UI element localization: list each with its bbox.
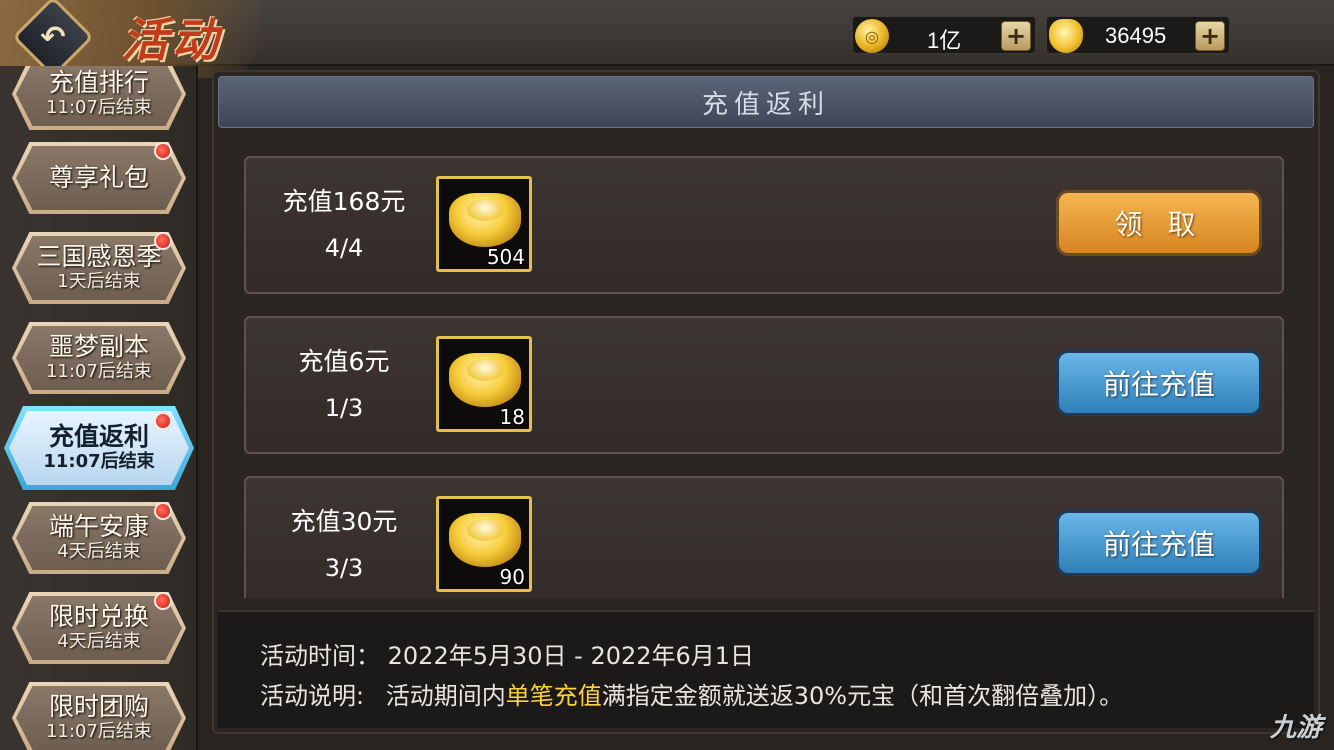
sidebar-item-countdown: 4天后结束 (57, 541, 141, 562)
sidebar-item-countdown: 11:07后结束 (46, 721, 152, 742)
claim-button[interactable]: 领 取 (1056, 190, 1262, 256)
notification-dot (154, 142, 172, 160)
sidebar-item-label: 尊享礼包 (48, 163, 149, 192)
rebate-panel: 充值返利 充值168元 4/4 504 领 取 充值6元 1/3 18 前往充值… (212, 70, 1320, 734)
reward-item-slot[interactable]: 18 (436, 336, 532, 432)
activity-info: 活动时间： 2022年5月30日 - 2022年6月1日 活动说明: 活动期间内… (218, 610, 1314, 728)
gold-ingot-icon (1049, 19, 1083, 53)
sidebar-item-group-buy[interactable]: 限时团购 11:07后结束 (12, 682, 186, 750)
sidebar-item-label: 三国感恩季 (36, 242, 162, 271)
activity-time-value: 2022年5月30日 - 2022年6月1日 (387, 642, 755, 670)
sidebar-item-label: 限时兑换 (48, 602, 149, 631)
reward-quantity: 504 (486, 245, 525, 269)
reward-quantity: 90 (499, 565, 525, 589)
reward-item-slot[interactable]: 504 (436, 176, 532, 272)
sidebar-item-countdown: 1天后结束 (57, 271, 141, 292)
activity-desc-label: 活动说明: (260, 682, 365, 710)
activity-desc-highlight: 单笔充值 (505, 682, 602, 710)
reward-quantity: 18 (499, 405, 525, 429)
sidebar-item-label: 限时团购 (48, 692, 149, 721)
sidebar-item-countdown: 11:07后结束 (46, 97, 152, 118)
panel-header: 充值返利 (218, 76, 1314, 128)
watermark-logo: 九游 (1269, 713, 1322, 743)
back-arrow-icon: ↶ (40, 19, 66, 55)
reward-row: 充值30元 3/3 90 前往充值 (244, 476, 1284, 598)
sidebar-item-countdown: 4天后结束 (57, 631, 141, 652)
gold-ingot-counter: 36495 + (1046, 16, 1230, 54)
sidebar-item-nightmare-dungeon[interactable]: 噩梦副本 11:07后结束 (12, 322, 186, 394)
gold-coin-icon: ◎ (855, 19, 889, 53)
reward-progress: 3/3 (324, 554, 364, 582)
reward-list[interactable]: 充值168元 4/4 504 领 取 充值6元 1/3 18 前往充值 充值30… (244, 156, 1284, 598)
gold-ingot-icon (449, 353, 521, 407)
activity-desc-suffix: 满指定金额就送返30%元宝（和首次翻倍叠加）。 (601, 682, 1124, 710)
sidebar-item-label: 充值排行 (48, 68, 149, 97)
sidebar-item-countdown: 11:07后结束 (43, 451, 155, 472)
sidebar-item-recharge-ranking[interactable]: 充值排行 11:07后结束 (12, 66, 186, 130)
go-recharge-button[interactable]: 前往充值 (1056, 510, 1262, 576)
gold-coin-value: 1亿 (927, 28, 962, 53)
reward-progress: 1/3 (324, 394, 364, 422)
activity-description: 活动说明: 活动期间内单笔充值满指定金额就送返30%元宝（和首次翻倍叠加）。 (260, 676, 1123, 711)
reward-row: 充值168元 4/4 504 领 取 (244, 156, 1284, 294)
activity-time: 活动时间： 2022年5月30日 - 2022年6月1日 (260, 636, 754, 671)
activity-desc-prefix: 活动期间内 (385, 682, 506, 710)
notification-dot (154, 412, 172, 430)
reward-requirement: 充值30元 (290, 507, 398, 536)
gold-ingot-icon (449, 193, 521, 247)
notification-dot (154, 502, 172, 520)
page-title: 活动 (122, 13, 222, 67)
panel-title: 充值返利 (701, 89, 830, 120)
reward-requirement: 充值6元 (298, 347, 390, 376)
sidebar-item-label: 充值返利 (48, 422, 149, 451)
gold-coin-counter: ◎ 1亿 + (852, 16, 1036, 54)
add-gold-coin-button[interactable]: + (1001, 21, 1031, 51)
reward-progress: 4/4 (324, 234, 364, 262)
go-recharge-button[interactable]: 前往充值 (1056, 350, 1262, 416)
gold-ingot-icon (449, 513, 521, 567)
sidebar-item-label: 噩梦副本 (48, 332, 149, 361)
reward-requirement: 充值168元 (282, 187, 406, 216)
reward-item-slot[interactable]: 90 (436, 496, 532, 592)
add-gold-ingot-button[interactable]: + (1195, 21, 1225, 51)
notification-dot (154, 592, 172, 610)
reward-row: 充值6元 1/3 18 前往充值 (244, 316, 1284, 454)
sidebar-item-countdown: 11:07后结束 (46, 361, 152, 382)
notification-dot (154, 232, 172, 250)
activity-time-label: 活动时间： (260, 642, 380, 670)
gold-ingot-value: 36495 (1105, 23, 1167, 48)
activity-sidebar[interactable]: 充值排行 11:07后结束 尊享礼包 三国感恩季 1天后结束 噩梦副本 11:0… (0, 66, 198, 750)
sidebar-item-label: 端午安康 (48, 512, 149, 541)
